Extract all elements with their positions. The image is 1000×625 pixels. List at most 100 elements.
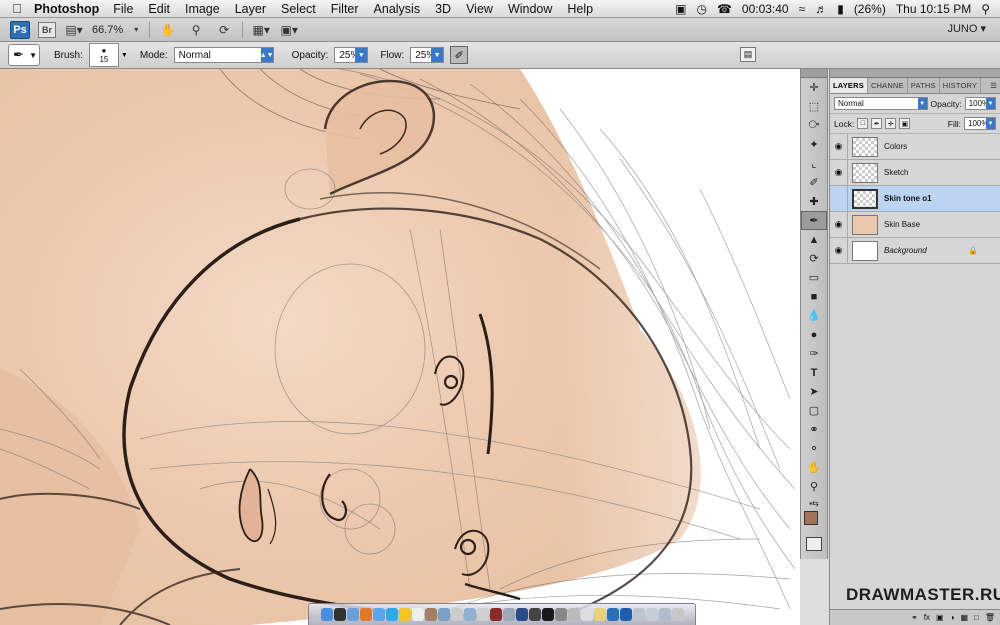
layer-row-sketch[interactable]: ◉ Sketch (830, 160, 1000, 186)
quick-select-tool-icon[interactable]: ✦ (801, 135, 827, 154)
hand-tool-icon[interactable]: ✋ (158, 21, 178, 39)
tab-channels[interactable]: CHANNE (868, 78, 908, 93)
photoshop-icon[interactable] (606, 608, 619, 621)
adjustment-layer-icon[interactable]: ◑ (950, 613, 955, 622)
brush-tool-icon[interactable]: ✒ (801, 211, 827, 230)
layer-row-background[interactable]: ◉ Background 🔒 (830, 238, 1000, 264)
lock-all-icon[interactable]: ▣ (899, 118, 911, 129)
clone-stamp-tool-icon[interactable]: ▲ (801, 230, 827, 249)
time-machine-icon[interactable]: ◷ (696, 2, 706, 16)
dashboard-icon[interactable] (333, 608, 346, 621)
tool-preset-picker[interactable]: ✒ ▼ (8, 44, 40, 66)
battery-icon[interactable]: ▮ (837, 2, 844, 16)
layer-style-icon[interactable]: fx (924, 613, 930, 622)
menu-filter[interactable]: Filter (331, 2, 359, 16)
brush-picker[interactable]: ● 15 (88, 43, 119, 67)
workspace-switcher[interactable]: JUNO ▾ (947, 22, 986, 35)
address-book-icon[interactable] (424, 608, 437, 621)
visibility-eye-icon[interactable] (830, 186, 848, 211)
safari-icon[interactable] (372, 608, 385, 621)
apple-menu-icon[interactable]:  (0, 1, 34, 16)
history-brush-tool-icon[interactable]: ⟳ (801, 249, 827, 268)
app-store-icon[interactable] (567, 608, 580, 621)
itunes-icon[interactable] (346, 608, 359, 621)
zoom-tool-icon[interactable]: ⚲ (801, 477, 827, 496)
tab-paths[interactable]: PATHS (908, 78, 940, 93)
star-icon[interactable] (476, 608, 489, 621)
tab-layers[interactable]: LAYERS (830, 78, 868, 93)
path-select-tool-icon[interactable]: ➤ (801, 382, 827, 401)
adium-icon[interactable] (398, 608, 411, 621)
opacity-field[interactable]: 25% ▼ (334, 47, 369, 63)
mail-icon[interactable] (502, 608, 515, 621)
menu-help[interactable]: Help (567, 2, 593, 16)
healing-brush-tool-icon[interactable]: ✚ (801, 192, 827, 211)
spotlight-icon[interactable]: ⚲ (981, 2, 990, 16)
gradient-tool-icon[interactable]: ■ (801, 287, 827, 306)
blur-tool-icon[interactable]: 💧 (801, 306, 827, 325)
3d-rotate-tool-icon[interactable]: ⚭ (801, 420, 827, 439)
menu-select[interactable]: Select (281, 2, 316, 16)
delete-layer-icon[interactable]: 🗑 (985, 613, 995, 622)
visibility-eye-icon[interactable]: ◉ (830, 160, 848, 185)
eraser-tool-icon[interactable]: ▭ (801, 268, 827, 287)
activity-monitor-icon[interactable] (541, 608, 554, 621)
folder-stack-icon[interactable] (658, 608, 671, 621)
battery-percent[interactable]: (26%) (854, 2, 886, 16)
flow-field[interactable]: 25% ▼ (410, 47, 445, 63)
default-colors-icon[interactable]: ▪⇆ (801, 496, 827, 510)
calculator-icon[interactable] (528, 608, 541, 621)
pen-tool-icon[interactable]: ✑ (801, 344, 827, 363)
zoom-tool-icon[interactable]: ⚲ (186, 21, 206, 39)
layer-row-skin-tone[interactable]: Skin tone o1 (830, 186, 1000, 212)
blend-mode-select[interactable]: Normal ▼ (834, 97, 928, 110)
photo-booth-icon[interactable] (489, 608, 502, 621)
zoom-dropdown-icon[interactable]: ▾ (131, 21, 141, 39)
lasso-tool-icon[interactable]: ⧂ (801, 116, 827, 135)
foreground-color-swatch[interactable] (804, 511, 818, 525)
tab-history[interactable]: HISTORY (940, 78, 982, 93)
system-preferences-icon[interactable] (554, 608, 567, 621)
hand-tool-icon[interactable]: ✋ (801, 458, 827, 477)
timer-icon[interactable]: ☎ (717, 2, 732, 16)
display-icon[interactable]: ▣ (675, 2, 686, 16)
lock-transparency-icon[interactable]: □ (857, 118, 869, 129)
marquee-tool-icon[interactable]: ⬚ (801, 97, 827, 116)
fill-field[interactable]: 100% ▼ (964, 117, 996, 130)
menu-image[interactable]: Image (185, 2, 220, 16)
brush-panel-toggle[interactable]: ▤ (740, 47, 756, 62)
visibility-eye-icon[interactable]: ◉ (830, 238, 848, 263)
bridge-button[interactable]: Br (38, 21, 56, 38)
document-canvas[interactable] (0, 69, 800, 625)
timer-readout[interactable]: 00:03:40 (742, 2, 789, 16)
panel-menu-icon[interactable]: ☰ (987, 78, 1000, 93)
app-menu[interactable]: Photoshop (34, 2, 99, 16)
shape-tool-icon[interactable]: ▢ (801, 401, 827, 420)
menu-edit[interactable]: Edit (148, 2, 170, 16)
chevron-down-icon[interactable]: ▼ (121, 52, 128, 59)
type-tool-icon[interactable]: T (801, 363, 827, 382)
eyedropper-tool-icon[interactable]: ✐ (801, 173, 827, 192)
keynote-icon[interactable] (515, 608, 528, 621)
menu-window[interactable]: Window (508, 2, 552, 16)
mode-select[interactable]: Normal ▲▼ (173, 47, 274, 63)
skype-icon[interactable] (385, 608, 398, 621)
lock-position-icon[interactable]: ✛ (885, 118, 897, 129)
quick-mask-button[interactable] (806, 537, 822, 551)
3d-orbit-tool-icon[interactable]: ⚬ (801, 439, 827, 458)
clock[interactable]: Thu 10:15 PM (896, 2, 971, 16)
browser-icon[interactable] (580, 608, 593, 621)
applications-folder-icon[interactable] (619, 608, 632, 621)
menu-file[interactable]: File (113, 2, 133, 16)
music-icon[interactable] (450, 608, 463, 621)
layer-mask-icon[interactable]: ▣ (936, 613, 944, 622)
stickies-icon[interactable] (593, 608, 606, 621)
link-layers-icon[interactable]: ⚭ (911, 613, 918, 622)
documents-stack-icon[interactable] (632, 608, 645, 621)
menu-analysis[interactable]: Analysis (374, 2, 421, 16)
downloads-stack-icon[interactable] (645, 608, 658, 621)
ical-icon[interactable] (411, 608, 424, 621)
zoom-level[interactable]: 66.7% (92, 24, 123, 36)
finder-icon[interactable] (320, 608, 333, 621)
menu-3d[interactable]: 3D (435, 2, 451, 16)
